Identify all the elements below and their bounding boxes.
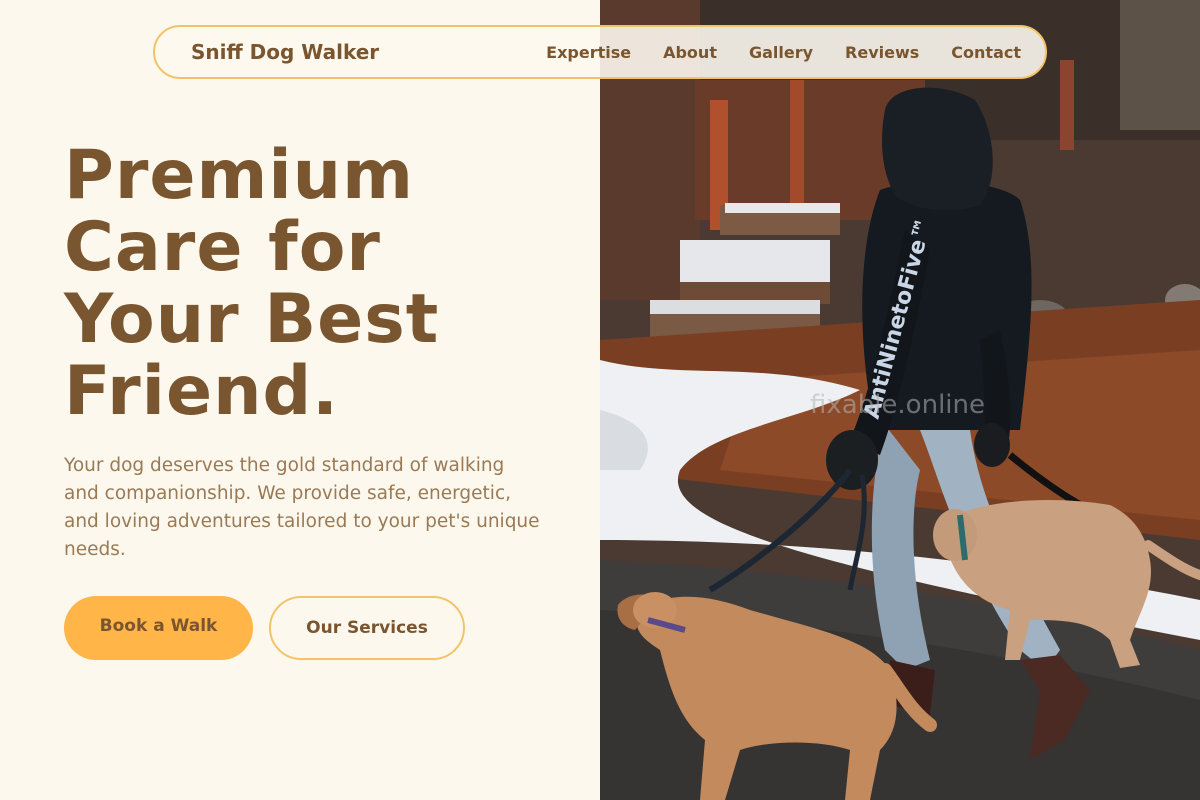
headline-line: Care for <box>64 208 381 287</box>
nav-link-reviews[interactable]: Reviews <box>845 43 919 62</box>
nav-links: Expertise About Gallery Reviews Contact <box>514 43 1021 62</box>
brand-logo[interactable]: Sniff Dog Walker <box>191 40 379 64</box>
top-navbar: Sniff Dog Walker Expertise About Gallery… <box>153 25 1047 79</box>
headline-line: Your Best <box>64 280 440 359</box>
book-a-walk-button[interactable]: Book a Walk <box>64 596 253 660</box>
hero-left-panel: Premium Care for Your Best Friend. Your … <box>0 0 600 800</box>
hero-headline: Premium Care for Your Best Friend. <box>64 140 584 428</box>
nav-link-gallery[interactable]: Gallery <box>749 43 813 62</box>
headline-line: Friend. <box>64 352 339 431</box>
hero-subtext: Your dog deserves the gold standard of w… <box>64 455 540 560</box>
nav-link-about[interactable]: About <box>663 43 717 62</box>
photo-watermark: fixable.online <box>810 390 985 420</box>
nav-link-contact[interactable]: Contact <box>951 43 1021 62</box>
nav-link-expertise[interactable]: Expertise <box>546 43 631 62</box>
hero-photo: AntiNinetoFive™ fixable.online <box>600 0 1200 800</box>
headline-line: Premium <box>64 136 414 215</box>
our-services-button[interactable]: Our Services <box>269 596 465 660</box>
